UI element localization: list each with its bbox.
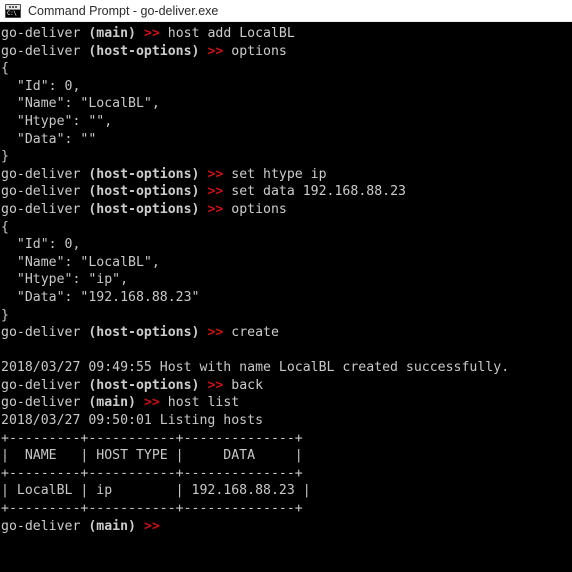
terminal-output-text: { xyxy=(1,219,9,235)
prompt-app-name: go-deliver xyxy=(1,201,89,217)
prompt-app-name: go-deliver xyxy=(1,325,89,341)
prompt-context: (host-options) xyxy=(88,201,200,217)
terminal-output-line: | NAME | HOST TYPE | DATA | xyxy=(1,447,572,465)
terminal-command-text xyxy=(160,519,168,534)
terminal-output-line: 2018/03/27 09:49:55 Host with name Local… xyxy=(1,359,572,377)
prompt-arrow-icon: >> xyxy=(207,325,224,341)
prompt-arrow-icon: >> xyxy=(207,166,224,182)
prompt-context: (main) xyxy=(88,395,136,411)
terminal-output-line: "Data": "192.168.88.23" xyxy=(1,289,572,307)
prompt-app-name: go-deliver xyxy=(1,43,89,59)
terminal-command-text: set data 192.168.88.23 xyxy=(223,184,406,200)
prompt-context: (main) xyxy=(88,518,136,534)
terminal-output-text: "Id": 0, xyxy=(1,78,81,94)
terminal-prompt-line: go-deliver (main) >> xyxy=(1,518,572,536)
terminal-output-line: 2018/03/27 09:50:01 Listing hosts xyxy=(1,412,572,430)
terminal-output-text: "Id": 0, xyxy=(1,237,81,253)
terminal-output-text: 2018/03/27 09:49:55 Host with name Local… xyxy=(1,360,510,376)
terminal-output-line: "Htype": "", xyxy=(1,113,572,131)
terminal-body[interactable]: go-deliver (main) >> host add LocalBL go-… xyxy=(0,22,572,572)
terminal-output-text: +---------+-----------+--------------+ xyxy=(1,430,303,446)
terminal-command-text: host add LocalBL xyxy=(159,26,295,41)
cmd-prompt-icon: C:\ xyxy=(5,3,21,18)
prompt-context: (host-options) xyxy=(88,325,200,341)
terminal-output-line: { xyxy=(1,60,572,78)
terminal-output-line: +---------+-----------+--------------+ xyxy=(1,465,572,483)
terminal-prompt-line: go-deliver (host-options) >> options xyxy=(1,201,572,219)
terminal-output-text: { xyxy=(1,61,9,77)
terminal-output-line: "Id": 0, xyxy=(1,78,572,96)
terminal-output-text: "Name": "LocalBL", xyxy=(1,254,160,270)
prompt-context: (host-options) xyxy=(88,377,200,393)
terminal-output-line: { xyxy=(1,219,572,237)
terminal-command-text: back xyxy=(223,377,264,393)
terminal-output-line: "Name": "LocalBL", xyxy=(1,254,572,272)
terminal-prompt-line: go-deliver (host-options) >> set data 19… xyxy=(1,183,572,201)
prompt-context: (host-options) xyxy=(88,184,200,200)
prompt-arrow-icon: >> xyxy=(143,26,160,41)
terminal-output-line: "Id": 0, xyxy=(1,236,572,254)
terminal-output-text: | NAME | HOST TYPE | DATA | xyxy=(1,448,303,464)
terminal-prompt-line: go-deliver (host-options) >> create xyxy=(1,324,572,342)
terminal-output-line: } xyxy=(1,307,572,325)
window-titlebar[interactable]: C:\ Command Prompt - go-deliver.exe xyxy=(0,0,572,22)
terminal-command-text: options xyxy=(223,201,287,217)
terminal-output-line: +---------+-----------+--------------+ xyxy=(1,500,572,518)
terminal-output-text: } xyxy=(1,149,9,165)
prompt-app-name: go-deliver xyxy=(1,395,89,411)
terminal-prompt-line: go-deliver (host-options) >> set htype i… xyxy=(1,166,572,184)
terminal-screen: go-deliver (main) >> host add LocalBL go-… xyxy=(1,25,572,535)
prompt-app-name: go-deliver xyxy=(1,26,89,41)
terminal-output-text: "Data": "" xyxy=(1,131,97,147)
terminal-output-text xyxy=(1,343,9,358)
terminal-output-line: +---------+-----------+--------------+ xyxy=(1,430,572,448)
terminal-output-text: +---------+-----------+--------------+ xyxy=(1,465,303,481)
terminal-command-text: host list xyxy=(159,395,240,411)
terminal-prompt-line: go-deliver (main) >> host add LocalBL xyxy=(1,25,572,43)
prompt-context: (host-options) xyxy=(88,43,200,59)
terminal-output-line: "Htype": "ip", xyxy=(1,271,572,289)
terminal-command-text: create xyxy=(223,325,279,341)
terminal-output-text: "Name": "LocalBL", xyxy=(1,96,160,112)
terminal-prompt-line: go-deliver (main) >> host list xyxy=(1,394,572,412)
prompt-app-name: go-deliver xyxy=(1,518,89,534)
terminal-output-text: "Data": "192.168.88.23" xyxy=(1,289,200,305)
prompt-app-name: go-deliver xyxy=(1,377,89,393)
prompt-arrow-icon: >> xyxy=(207,201,224,217)
prompt-arrow-icon: >> xyxy=(143,518,160,534)
terminal-output-text: } xyxy=(1,307,9,323)
prompt-arrow-icon: >> xyxy=(207,43,224,59)
terminal-command-text: options xyxy=(223,43,287,59)
window-title: Command Prompt - go-deliver.exe xyxy=(28,3,219,18)
terminal-output-text: "Htype": "ip", xyxy=(1,272,129,288)
prompt-arrow-icon: >> xyxy=(143,395,160,411)
cmd-icon-glyph: C:\ xyxy=(6,9,20,17)
terminal-output-text: "Htype": "", xyxy=(1,113,113,129)
prompt-app-name: go-deliver xyxy=(1,166,89,182)
prompt-context: (host-options) xyxy=(88,166,200,182)
terminal-prompt-line: go-deliver (host-options) >> back xyxy=(1,377,572,395)
prompt-app-name: go-deliver xyxy=(1,184,89,200)
terminal-output-line: "Data": "" xyxy=(1,131,572,149)
terminal-command-text: set htype ip xyxy=(223,166,327,182)
terminal-output-text: | LocalBL | ip | 192.168.88.23 | xyxy=(1,483,311,499)
terminal-output-text: 2018/03/27 09:50:01 Listing hosts xyxy=(1,413,264,429)
terminal-output-line: } xyxy=(1,148,572,166)
terminal-prompt-line: go-deliver (host-options) >> options xyxy=(1,43,572,61)
prompt-arrow-icon: >> xyxy=(207,184,224,200)
terminal-output-line xyxy=(1,342,572,360)
prompt-arrow-icon: >> xyxy=(207,377,224,393)
terminal-output-line: | LocalBL | ip | 192.168.88.23 | xyxy=(1,482,572,500)
prompt-context: (main) xyxy=(88,26,136,41)
command-prompt-window: C:\ Command Prompt - go-deliver.exe go-d… xyxy=(0,0,572,572)
terminal-output-line: "Name": "LocalBL", xyxy=(1,95,572,113)
terminal-output-text: +---------+-----------+--------------+ xyxy=(1,501,303,517)
